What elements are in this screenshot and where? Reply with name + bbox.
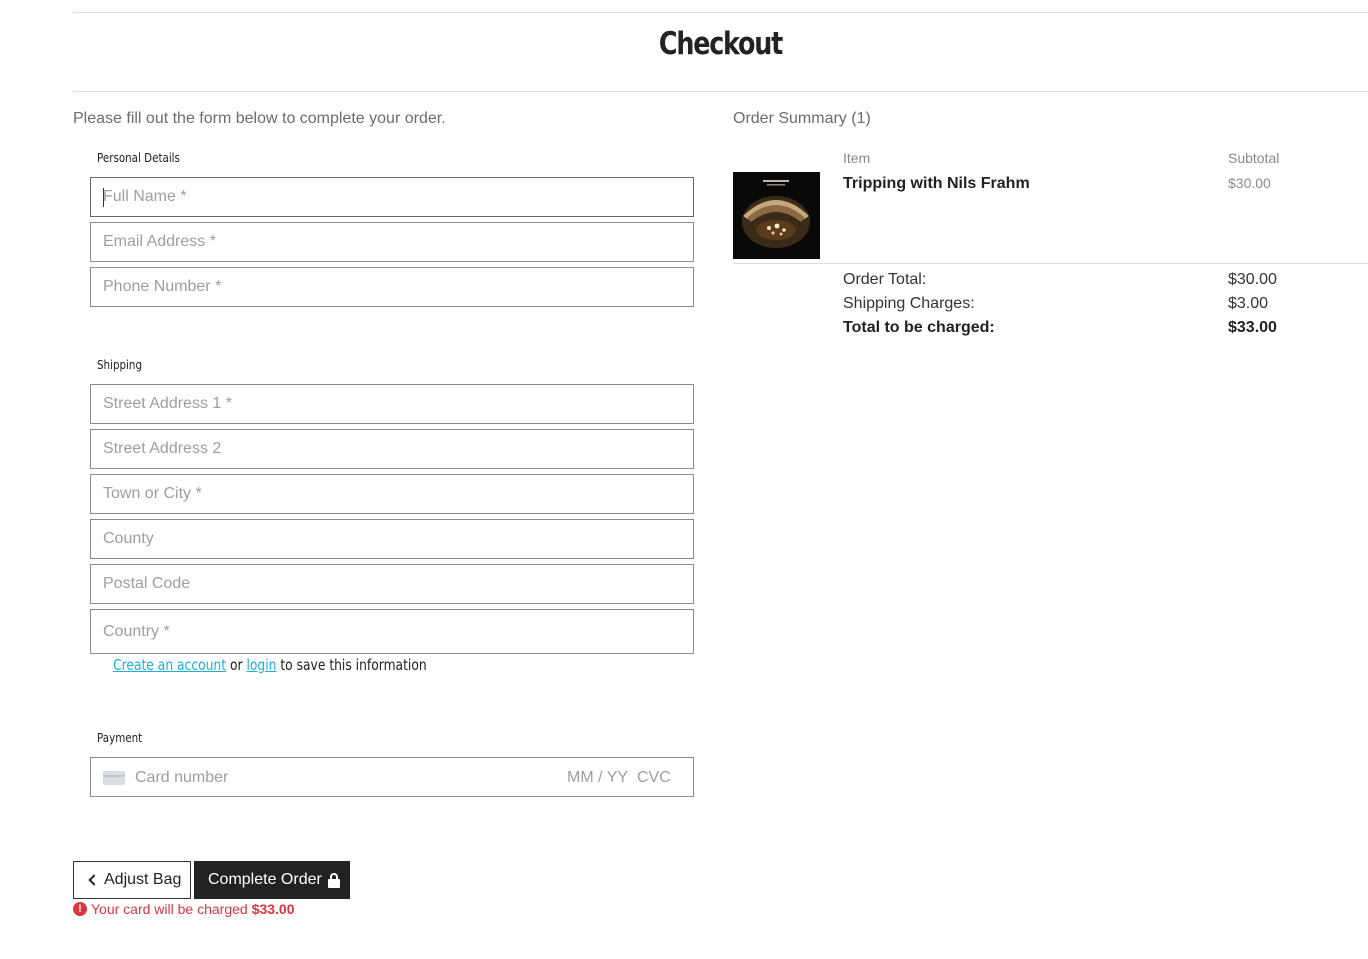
text-caret	[103, 188, 104, 207]
card-input[interactable]: Card number MM / YY CVC	[90, 757, 694, 797]
grand-total-value: $33.00	[1228, 319, 1277, 336]
top-divider	[73, 12, 1368, 13]
postal-code-input[interactable]	[90, 564, 694, 604]
charge-warning: ! Your card will be charged $33.00	[73, 901, 295, 917]
form-intro-text: Please fill out the form below to comple…	[73, 110, 446, 127]
shipping-heading: Shipping	[97, 358, 143, 372]
save-info-suffix: to save this information	[280, 656, 427, 674]
charge-warning-amount: $33.00	[251, 901, 295, 917]
item-subtotal: $30.00	[1228, 175, 1271, 191]
county-input[interactable]	[90, 519, 694, 559]
full-name-input[interactable]	[90, 177, 694, 217]
card-number-field[interactable]: Card number	[135, 769, 228, 787]
login-link[interactable]: login	[246, 656, 276, 674]
complete-order-label: Complete Order	[208, 871, 322, 888]
save-info-prompt: Create an account or login to save this …	[113, 656, 427, 674]
adjust-bag-label: Adjust Bag	[104, 871, 182, 888]
album-art-image	[733, 172, 820, 259]
summary-divider	[733, 263, 1368, 264]
card-expiry-field[interactable]: MM / YY	[567, 769, 628, 787]
order-total-label: Order Total:	[843, 271, 927, 288]
create-account-link[interactable]: Create an account	[113, 656, 226, 674]
lock-icon	[327, 872, 340, 888]
complete-order-button[interactable]: Complete Order	[194, 861, 350, 899]
shipping-charges-label: Shipping Charges:	[843, 295, 975, 312]
adjust-bag-button[interactable]: Adjust Bag	[73, 861, 191, 899]
subtotal-column-header: Subtotal	[1228, 150, 1280, 166]
charge-warning-text: Your card will be charged	[91, 901, 248, 917]
street-address-1-input[interactable]	[90, 384, 694, 424]
country-select[interactable]	[90, 609, 694, 654]
email-input[interactable]	[90, 222, 694, 262]
item-name[interactable]: Tripping with Nils Frahm	[843, 175, 1030, 193]
title-divider	[73, 91, 1368, 92]
phone-input[interactable]	[90, 267, 694, 307]
card-cvc-field[interactable]: CVC	[637, 769, 671, 787]
album-cover-thumbnail[interactable]	[733, 172, 820, 259]
grand-total-label: Total to be charged:	[843, 319, 995, 336]
item-column-header: Item	[843, 150, 871, 166]
shipping-charges-value: $3.00	[1228, 295, 1269, 312]
payment-heading: Payment	[97, 731, 143, 745]
order-total-value: $30.00	[1228, 271, 1277, 288]
town-city-input[interactable]	[90, 474, 694, 514]
exclamation-circle-icon: !	[73, 902, 87, 916]
page-title: Checkout	[658, 26, 783, 62]
chevron-left-icon	[88, 874, 100, 886]
street-address-2-input[interactable]	[90, 429, 694, 469]
personal-details-heading: Personal Details	[97, 151, 180, 165]
order-summary-title: Order Summary (1)	[733, 110, 871, 127]
credit-card-icon	[103, 771, 125, 785]
or-text: or	[229, 656, 243, 674]
